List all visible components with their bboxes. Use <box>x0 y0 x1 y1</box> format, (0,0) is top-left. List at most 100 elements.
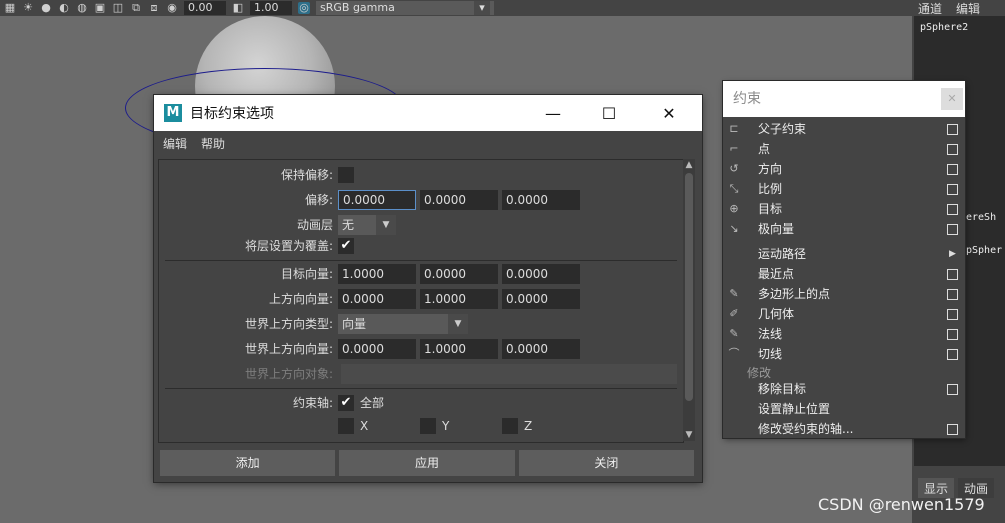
list-item[interactable]: pSphere2 <box>920 22 968 33</box>
option-box-icon[interactable] <box>947 329 958 340</box>
up-vector-y-field[interactable]: 1.0000 <box>420 289 498 309</box>
options-scrollbar[interactable]: ▲ ▼ <box>683 159 695 441</box>
maximize-button[interactable]: ☐ <box>586 95 632 131</box>
world-up-type-label: 世界上方向类型: <box>244 317 333 331</box>
menu-item-label: 比例 <box>758 182 783 196</box>
aim-vector-y-field[interactable]: 0.0000 <box>420 264 498 284</box>
minimize-button[interactable]: — <box>530 95 576 131</box>
menu-item-tangent[interactable]: ⌒ 切线 <box>723 344 965 364</box>
option-box-icon[interactable] <box>947 349 958 360</box>
world-up-vector-row: 世界上方向向量: 0.0000 1.0000 0.0000 <box>159 338 683 360</box>
menu-item-label: 父子约束 <box>758 122 807 136</box>
gamma-field[interactable]: 0.00 <box>184 1 226 15</box>
menu-search[interactable]: 约束 ✕ <box>723 81 965 117</box>
anim-layer-dropdown[interactable]: 无 ▼ <box>338 215 396 235</box>
constraint-axes-label: 约束轴: <box>292 396 333 410</box>
world-up-object-row: 世界上方向对象: <box>159 363 683 385</box>
menu-item-modify-constrained-axis[interactable]: 修改受约束的轴... <box>723 419 965 439</box>
gamma-icon[interactable]: ◉ <box>166 2 178 14</box>
menu-item-motion-path[interactable]: 运动路径 ▶ <box>723 244 965 264</box>
world-up-vector-y-field[interactable]: 1.0000 <box>420 339 498 359</box>
tab-edit[interactable]: 编辑 <box>956 0 980 17</box>
apply-button[interactable]: 应用 <box>339 450 515 476</box>
tangent-constraint-icon: ⌒ <box>728 347 740 360</box>
divider <box>165 260 677 261</box>
menu-item-parent[interactable]: ⊏ 父子约束 <box>723 119 965 139</box>
option-box-icon[interactable] <box>947 269 958 280</box>
menu-item-point[interactable]: ⌐ 点 <box>723 139 965 159</box>
axis-y-checkbox[interactable] <box>420 418 436 434</box>
axis-all-checkbox[interactable]: ✔ <box>338 395 354 411</box>
scroll-up-icon[interactable]: ▲ <box>683 159 695 171</box>
aim-vector-z-field[interactable]: 0.0000 <box>502 264 580 284</box>
aim-vector-row: 目标向量: 1.0000 0.0000 0.0000 <box>159 263 683 285</box>
axis-x-checkbox[interactable] <box>338 418 354 434</box>
world-up-vector-x-field[interactable]: 0.0000 <box>338 339 416 359</box>
dialog-titlebar[interactable]: M 目标约束选项 — ☐ ✕ <box>154 95 702 131</box>
resolution-icon[interactable]: ⧈ <box>148 2 160 14</box>
add-button[interactable]: 添加 <box>160 450 336 476</box>
menu-item-aim[interactable]: ⊕ 目标 <box>723 199 965 219</box>
close-button[interactable]: ✕ <box>646 95 692 131</box>
option-box-icon[interactable] <box>947 204 958 215</box>
menu-item-scale[interactable]: ⤡ 比例 <box>723 179 965 199</box>
option-box-icon[interactable] <box>947 144 958 155</box>
isolate-icon[interactable]: ▣ <box>94 2 106 14</box>
grid-icon[interactable]: ▦ <box>4 2 16 14</box>
maya-logo-icon: M <box>164 104 182 122</box>
offset-z-field[interactable]: 0.0000 <box>502 190 580 210</box>
up-vector-x-field[interactable]: 0.0000 <box>338 289 416 309</box>
close-dialog-button[interactable]: 关闭 <box>518 450 694 476</box>
menu-item-normal[interactable]: ✎ 法线 <box>723 324 965 344</box>
menu-help[interactable]: 帮助 <box>201 135 225 152</box>
shadow-icon[interactable]: ◐ <box>58 2 70 14</box>
option-box-icon[interactable] <box>947 184 958 195</box>
list-item[interactable]: ereSh <box>966 212 996 223</box>
option-box-icon[interactable] <box>947 424 958 435</box>
option-box-icon[interactable] <box>947 224 958 235</box>
up-vector-z-field[interactable]: 0.0000 <box>502 289 580 309</box>
option-box-icon[interactable] <box>947 124 958 135</box>
scroll-thumb[interactable] <box>685 173 693 401</box>
xray-icon[interactable]: ◫ <box>112 2 124 14</box>
offset-x-field[interactable]: 0.0000 <box>338 190 416 210</box>
axis-all-label: 全部 <box>360 396 385 410</box>
shading-icon[interactable]: ● <box>40 2 52 14</box>
color-space-dropdown[interactable]: sRGB gamma ▾ <box>316 1 494 15</box>
menu-edit[interactable]: 编辑 <box>163 135 187 152</box>
keep-offset-checkbox[interactable] <box>338 167 354 183</box>
menu-item-remove-target[interactable]: 移除目标 <box>723 379 965 399</box>
world-up-type-dropdown[interactable]: 向量 ▼ <box>338 314 468 334</box>
chevron-down-icon: ▼ <box>448 314 468 334</box>
menu-item-orient[interactable]: ↺ 方向 <box>723 159 965 179</box>
constraint-axes-row: 约束轴: ✔ 全部 <box>159 392 683 414</box>
menu-search-placeholder: 约束 <box>733 91 761 107</box>
menu-item-geometry[interactable]: ✐ 几何体 <box>723 304 965 324</box>
world-up-vector-z-field[interactable]: 0.0000 <box>502 339 580 359</box>
option-box-icon[interactable] <box>947 384 958 395</box>
option-box-icon[interactable] <box>947 289 958 300</box>
menu-item-set-rest-position[interactable]: 设置静止位置 <box>723 399 965 419</box>
menu-item-closest-point[interactable]: 最近点 <box>723 264 965 284</box>
aim-vector-x-field[interactable]: 1.0000 <box>338 264 416 284</box>
tab-channels[interactable]: 通道 <box>918 0 942 17</box>
layer-override-checkbox[interactable]: ✔ <box>338 238 354 254</box>
scroll-down-icon[interactable]: ▼ <box>683 429 695 441</box>
menu-item-point-on-poly[interactable]: ✎ 多边形上的点 <box>723 284 965 304</box>
option-box-icon[interactable] <box>947 164 958 175</box>
option-box-icon[interactable] <box>947 309 958 320</box>
light-icon[interactable]: ☀ <box>22 2 34 14</box>
clear-search-icon[interactable]: ✕ <box>941 88 963 110</box>
axis-z-checkbox[interactable] <box>502 418 518 434</box>
color-management-icon[interactable]: ◎ <box>298 2 310 14</box>
menu-item-pole-vector[interactable]: ↘ 极向量 <box>723 219 965 239</box>
anim-layer-value: 无 <box>342 218 355 232</box>
offset-row: 偏移: 0.0000 0.0000 0.0000 <box>159 189 683 211</box>
exposure-icon[interactable]: ◧ <box>232 2 244 14</box>
ao-icon[interactable]: ◍ <box>76 2 88 14</box>
camera-icon[interactable]: ⧉ <box>130 2 142 14</box>
constrain-menu: 约束 ✕ ⊏ 父子约束 ⌐ 点 ↺ 方向 ⤡ 比例 ⊕ 目标 ↘ 极向量 运动路… <box>723 81 965 438</box>
exposure-field[interactable]: 1.00 <box>250 1 292 15</box>
list-item[interactable]: pSpher <box>966 245 1002 256</box>
offset-y-field[interactable]: 0.0000 <box>420 190 498 210</box>
